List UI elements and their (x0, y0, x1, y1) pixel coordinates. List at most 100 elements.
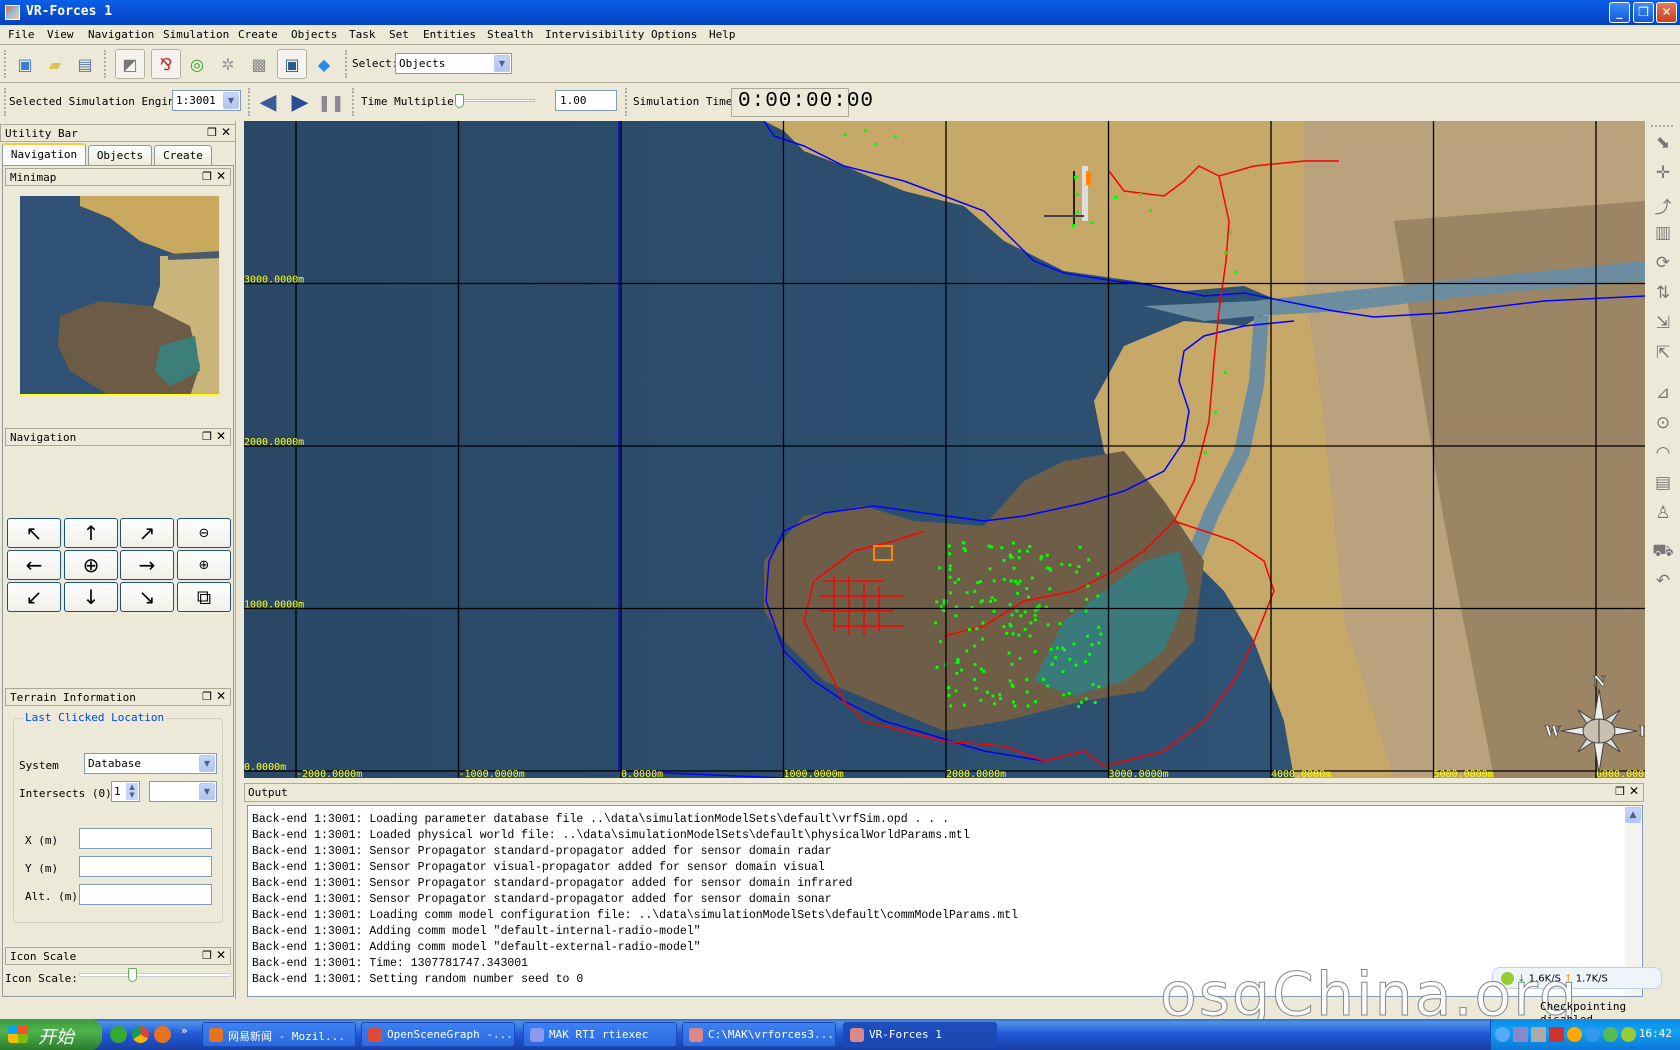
entity-marker[interactable] (1025, 549, 1029, 553)
slider-handle[interactable] (455, 94, 464, 108)
rotate-icon[interactable]: ⟳ (1651, 253, 1675, 277)
spinner-arrows-icon[interactable]: ▲ ▼ (126, 783, 138, 800)
menu-help[interactable]: Help (709, 28, 736, 41)
entity-marker[interactable] (1049, 647, 1053, 651)
menu-intervisibility[interactable]: Intervisibility (545, 28, 644, 41)
entity-marker[interactable] (1030, 576, 1034, 580)
entity-marker[interactable] (1214, 411, 1217, 414)
entity-marker[interactable] (1067, 691, 1071, 695)
entity-marker[interactable] (1026, 704, 1030, 708)
entity-marker[interactable] (934, 621, 938, 625)
entity-marker[interactable] (1007, 651, 1011, 655)
entity-marker[interactable] (992, 579, 996, 583)
entity-marker[interactable] (948, 575, 952, 579)
entity-marker[interactable] (974, 686, 978, 690)
close-icon[interactable]: ✕ (216, 169, 226, 183)
entity-marker[interactable] (990, 596, 994, 600)
close-icon[interactable]: ✕ (1629, 784, 1639, 798)
entity-marker[interactable] (980, 637, 984, 641)
entity-marker[interactable] (956, 657, 960, 661)
entity-marker[interactable] (1139, 193, 1142, 196)
scroll-up-icon[interactable]: ▲ (1625, 807, 1641, 823)
entity-marker[interactable] (998, 697, 1002, 701)
entity-marker[interactable] (1086, 584, 1090, 588)
entity-marker[interactable] (1055, 646, 1059, 650)
entity-marker[interactable] (942, 609, 946, 613)
entity-marker[interactable] (1078, 545, 1082, 549)
entity-marker[interactable] (1096, 594, 1100, 598)
entity-marker[interactable] (1229, 231, 1232, 234)
entity-marker[interactable] (998, 693, 1002, 697)
entity-marker[interactable] (1061, 646, 1065, 650)
entity-marker[interactable] (1016, 591, 1020, 595)
zoom-extents-button[interactable]: ⧉ (177, 582, 231, 612)
entity-marker[interactable] (1093, 701, 1097, 705)
toolbar-grip[interactable] (625, 88, 627, 116)
entity-marker[interactable] (1076, 211, 1079, 214)
entity-marker[interactable] (990, 545, 994, 549)
tray-plus-icon[interactable] (1621, 1027, 1636, 1042)
entity-marker[interactable] (1025, 587, 1029, 591)
entity-marker[interactable] (1039, 557, 1043, 561)
entity-marker[interactable] (965, 591, 969, 595)
entity-marker[interactable] (894, 135, 897, 138)
start-button[interactable]: 开始 (0, 1019, 102, 1050)
entity-marker[interactable] (1068, 563, 1072, 567)
entity-marker[interactable] (1028, 544, 1032, 548)
entity-marker[interactable] (1049, 568, 1053, 572)
zoom-out-button[interactable]: ⊖ (177, 518, 231, 548)
entity-marker[interactable] (955, 671, 959, 675)
entity-marker[interactable] (1033, 618, 1037, 622)
menu-set[interactable]: Set (389, 28, 409, 41)
tray-rti-icon[interactable] (1513, 1027, 1528, 1042)
time-multiplier-input[interactable]: 1.00 (555, 90, 617, 111)
pan-down-button[interactable]: ↓ (64, 582, 118, 612)
chevron-down-icon[interactable]: ▼ (494, 55, 510, 72)
intersects-spinbox[interactable]: 1 ▲ ▼ (111, 781, 140, 802)
chevron-down-icon[interactable]: ▼ (199, 755, 215, 772)
toolbar-grip[interactable] (352, 88, 354, 116)
entity-marker[interactable] (1086, 634, 1090, 638)
entity-marker[interactable] (968, 628, 972, 632)
entity-marker[interactable] (1046, 684, 1050, 688)
entity-marker[interactable] (962, 541, 966, 545)
entity-marker[interactable] (1017, 549, 1021, 553)
tray-network-error-icon[interactable] (1549, 1027, 1564, 1042)
toolbar-grip[interactable] (1651, 125, 1673, 127)
entity-marker[interactable] (948, 564, 952, 568)
tab-create[interactable]: Create (154, 145, 212, 165)
entity-marker[interactable] (1224, 251, 1227, 254)
entity-marker[interactable] (1097, 625, 1101, 629)
entity-marker[interactable] (1075, 570, 1079, 574)
menu-view[interactable]: View (47, 28, 74, 41)
toolbar-grip[interactable] (4, 50, 6, 78)
float-icon[interactable]: ❐ (202, 949, 212, 962)
taskbar-item[interactable]: C:\MAK\vrforces3... (682, 1022, 836, 1047)
toolbar-grip[interactable] (104, 50, 106, 78)
undo-icon[interactable]: ↶ (1651, 571, 1675, 595)
toolbar-grip[interactable] (248, 88, 250, 116)
tray-shield-icon[interactable] (1603, 1027, 1618, 1042)
entity-marker[interactable] (1079, 700, 1083, 704)
entity-marker[interactable] (1033, 650, 1037, 654)
entity-marker[interactable] (1045, 553, 1049, 557)
taskbar-item[interactable]: VR-Forces 1 (843, 1022, 997, 1047)
entity-marker[interactable] (1002, 625, 1006, 629)
time-multiplier-slider[interactable] (455, 94, 537, 114)
entity-marker[interactable] (980, 599, 984, 603)
entity-marker[interactable] (864, 129, 867, 132)
tray-k-icon[interactable] (1585, 1027, 1600, 1042)
entity-marker[interactable] (957, 577, 961, 581)
entity-marker[interactable] (935, 665, 939, 669)
chevron-down-icon[interactable]: ▼ (199, 783, 215, 800)
terrain-view-icon[interactable]: ◩ (115, 49, 145, 79)
entity-marker[interactable] (962, 547, 966, 551)
entity-marker[interactable] (1060, 562, 1064, 566)
toolbar-grip[interactable] (4, 88, 6, 116)
quicklaunch-firefox-icon[interactable] (154, 1026, 171, 1043)
taskbar-item[interactable]: 网易新闻 - Mozil... (202, 1022, 356, 1047)
entity-marker[interactable] (973, 663, 977, 667)
tray-network-icon[interactable] (1531, 1027, 1546, 1042)
map-2d-icon[interactable]: ▣ (277, 49, 307, 79)
minimap-view[interactable] (19, 195, 220, 395)
